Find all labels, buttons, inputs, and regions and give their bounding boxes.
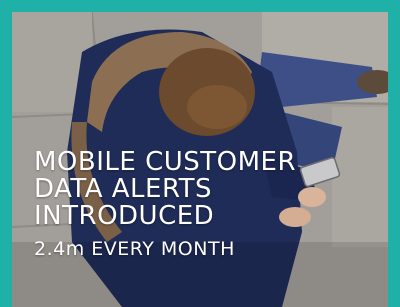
headline-line-1: MOBILE CUSTOMER [34,147,297,177]
teal-frame: MOBILE CUSTOMER DATA ALERTS INTRODUCED 2… [0,0,400,307]
headline-line-2: DATA ALERTS [34,174,213,204]
headline-line-3: INTRODUCED [34,201,215,231]
subline-stat: 2.4m EVERY MONTH [34,238,235,260]
banner-text: MOBILE CUSTOMER DATA ALERTS INTRODUCED 2… [34,147,297,261]
